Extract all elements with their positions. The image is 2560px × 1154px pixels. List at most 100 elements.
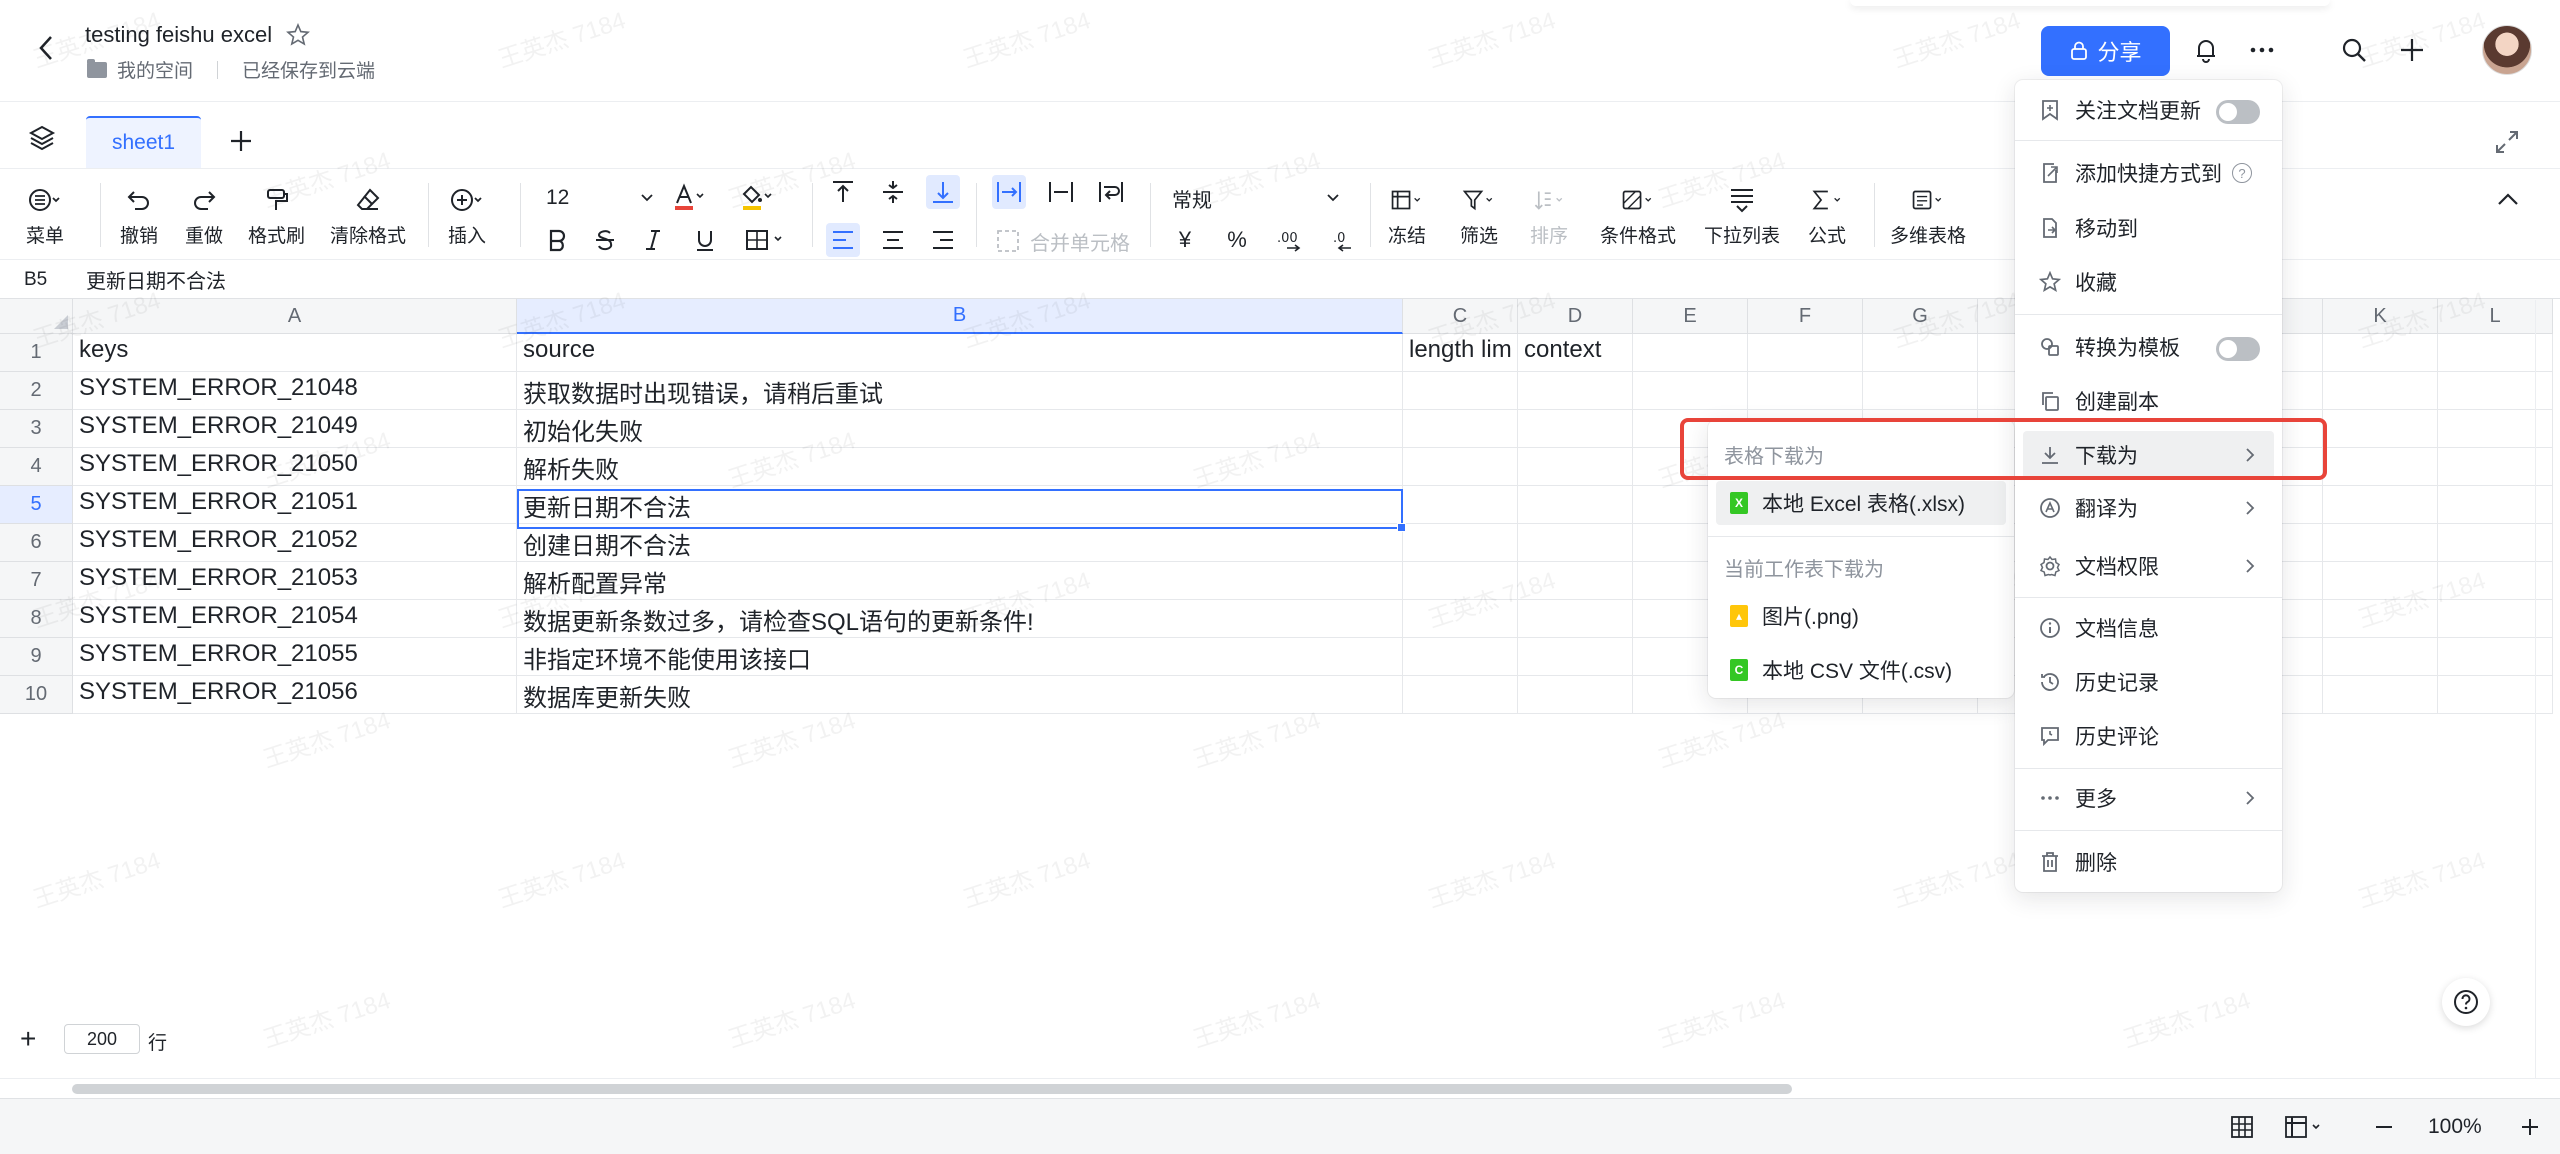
cell-a4[interactable]: SYSTEM_ERROR_21050: [73, 448, 517, 486]
cell-e1[interactable]: [1633, 334, 1748, 372]
cell-d8[interactable]: [1518, 600, 1633, 638]
notification-button[interactable]: [2190, 34, 2222, 66]
cell-b5[interactable]: 更新日期不合法: [517, 486, 1403, 524]
user-avatar[interactable]: [2482, 25, 2532, 75]
download-csv-item[interactable]: C 本地 CSV 文件(.csv): [1716, 648, 2006, 692]
cell-b3[interactable]: 初始化失败: [517, 410, 1403, 448]
cell-d1[interactable]: context: [1518, 334, 1633, 372]
font-size-select[interactable]: 12: [540, 181, 660, 215]
wrap-clip-button[interactable]: [1044, 175, 1078, 209]
zoom-in-button[interactable]: [2514, 1111, 2546, 1143]
cell-b9[interactable]: 非指定环境不能使用该接口: [517, 638, 1403, 676]
vertical-scrollbar[interactable]: [2535, 300, 2536, 1080]
sort-button[interactable]: 排序: [1530, 183, 1568, 248]
cell-k1[interactable]: [2323, 334, 2438, 372]
menu-item-history[interactable]: 历史记录: [2023, 658, 2274, 706]
menu-item-convert-template[interactable]: 转换为模板: [2023, 323, 2274, 371]
increase-decimal-button[interactable]: .00: [1272, 223, 1306, 257]
menu-item-permissions[interactable]: 文档权限: [2023, 542, 2274, 590]
cell-a8[interactable]: SYSTEM_ERROR_21054: [73, 600, 517, 638]
doc-title[interactable]: testing feishu excel: [85, 22, 272, 48]
add-sheet-button[interactable]: [226, 126, 256, 156]
cell-f1[interactable]: [1748, 334, 1863, 372]
border-button[interactable]: [742, 223, 790, 257]
cell-c1[interactable]: length lim: [1403, 334, 1518, 372]
cell-k10[interactable]: [2323, 676, 2438, 714]
menu-item-delete[interactable]: 删除: [2023, 838, 2274, 886]
download-excel-item[interactable]: X 本地 Excel 表格(.xlsx): [1716, 481, 2006, 525]
align-middle-button[interactable]: [876, 175, 910, 209]
cell-a9[interactable]: SYSTEM_ERROR_21055: [73, 638, 517, 676]
cell-b7[interactable]: 解析配置异常: [517, 562, 1403, 600]
row-header-6[interactable]: 6: [0, 524, 73, 562]
menu-item-download-as[interactable]: 下载为: [2023, 431, 2274, 479]
wrap-overflow-button[interactable]: [992, 175, 1026, 209]
menu-button[interactable]: 菜单: [26, 183, 64, 248]
create-button[interactable]: [2396, 34, 2428, 66]
format-painter-button[interactable]: 格式刷: [248, 183, 305, 248]
wrap-text-button[interactable]: [1094, 175, 1128, 209]
cell-a10[interactable]: SYSTEM_ERROR_21056: [73, 676, 517, 714]
download-png-item[interactable]: ▴ 图片(.png): [1716, 594, 2006, 638]
column-header-c[interactable]: C: [1403, 299, 1518, 334]
share-button[interactable]: 分享: [2041, 26, 2170, 76]
insert-button[interactable]: 插入: [448, 183, 486, 248]
row-header-4[interactable]: 4: [0, 448, 73, 486]
cell-b6[interactable]: 创建日期不合法: [517, 524, 1403, 562]
align-left-button[interactable]: [826, 223, 860, 257]
help-button[interactable]: [2442, 978, 2490, 1026]
row-header-7[interactable]: 7: [0, 562, 73, 600]
dropdown-list-button[interactable]: 下拉列表: [1704, 183, 1780, 248]
doc-location[interactable]: 我的空间: [117, 56, 193, 83]
number-format-select[interactable]: 常规: [1166, 181, 1346, 215]
clear-format-button[interactable]: 清除格式: [330, 183, 406, 248]
menu-item-more[interactable]: 更多: [2023, 774, 2274, 822]
grid-view-button[interactable]: [2226, 1111, 2258, 1143]
select-all-corner[interactable]: [0, 299, 73, 334]
multi-table-button[interactable]: 多维表格: [1890, 183, 1966, 248]
percent-format-button[interactable]: %: [1220, 223, 1254, 257]
add-rows-button[interactable]: +: [20, 1023, 36, 1055]
freeze-button[interactable]: 冻结: [1388, 183, 1426, 248]
cell-b4[interactable]: 解析失败: [517, 448, 1403, 486]
convert-template-toggle[interactable]: [2216, 337, 2260, 361]
cell-d7[interactable]: [1518, 562, 1633, 600]
cell-k2[interactable]: [2323, 372, 2438, 410]
cell-c9[interactable]: [1403, 638, 1518, 676]
conditional-format-button[interactable]: 条件格式: [1600, 183, 1676, 248]
cell-k4[interactable]: [2323, 448, 2438, 486]
horizontal-scrollbar[interactable]: [0, 1078, 2560, 1098]
menu-item-doc-info[interactable]: 文档信息: [2023, 604, 2274, 652]
undo-button[interactable]: 撤销: [120, 183, 158, 248]
freeze-view-button[interactable]: [2280, 1111, 2330, 1143]
back-button[interactable]: [30, 32, 62, 64]
tab-sheet1[interactable]: sheet1: [86, 116, 201, 168]
collapse-toolbar-icon[interactable]: [2494, 186, 2524, 216]
cell-a1[interactable]: keys: [73, 334, 517, 372]
align-right-button[interactable]: [926, 223, 960, 257]
row-count-input[interactable]: [64, 1024, 140, 1054]
cell-k7[interactable]: [2323, 562, 2438, 600]
currency-format-button[interactable]: ¥: [1168, 223, 1202, 257]
cell-c3[interactable]: [1403, 410, 1518, 448]
align-bottom-button[interactable]: [926, 175, 960, 209]
formula-input[interactable]: 更新日期不合法: [72, 265, 226, 294]
cell-b1[interactable]: source: [517, 334, 1403, 372]
row-header-9[interactable]: 9: [0, 638, 73, 676]
row-header-1[interactable]: 1: [0, 334, 73, 372]
cell-c6[interactable]: [1403, 524, 1518, 562]
column-header-k[interactable]: K: [2323, 299, 2438, 334]
row-header-10[interactable]: 10: [0, 676, 73, 714]
cell-b10[interactable]: 数据库更新失败: [517, 676, 1403, 714]
align-center-button[interactable]: [876, 223, 910, 257]
font-color-button[interactable]: [672, 181, 706, 215]
cell-k3[interactable]: [2323, 410, 2438, 448]
cell-d4[interactable]: [1518, 448, 1633, 486]
menu-item-history-comments[interactable]: 历史评论: [2023, 712, 2274, 760]
cell-a5[interactable]: SYSTEM_ERROR_21051: [73, 486, 517, 524]
layers-icon[interactable]: [28, 124, 56, 152]
cell-b2[interactable]: 获取数据时出现错误，请稍后重试: [517, 372, 1403, 410]
zoom-out-button[interactable]: [2368, 1111, 2400, 1143]
cell-d9[interactable]: [1518, 638, 1633, 676]
cell-c7[interactable]: [1403, 562, 1518, 600]
